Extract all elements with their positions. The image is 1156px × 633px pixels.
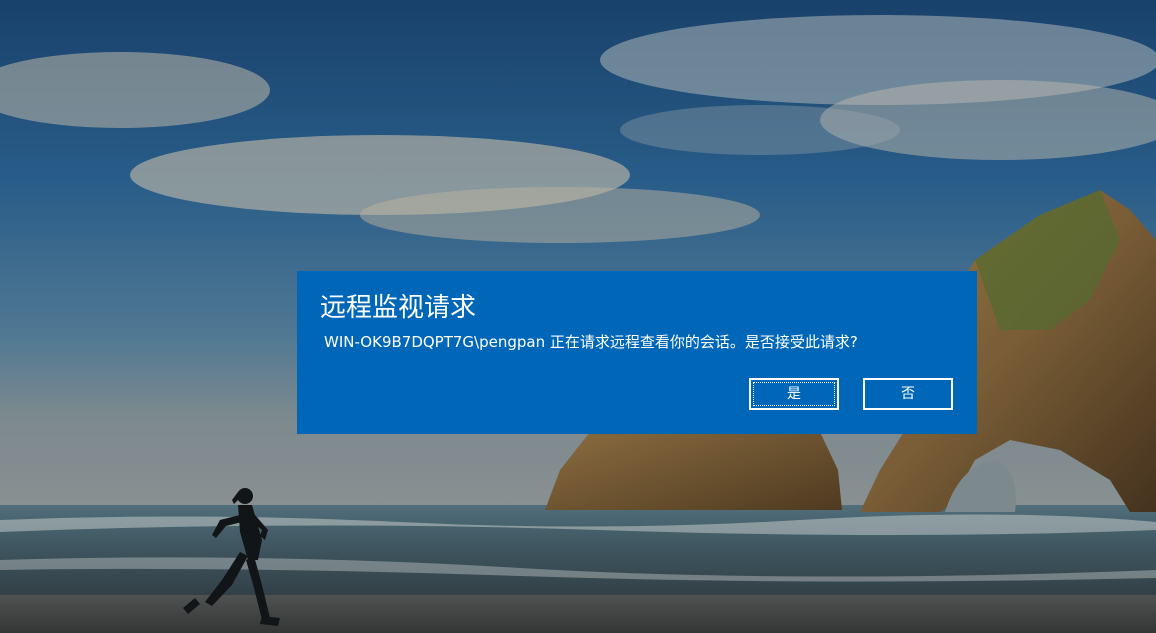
dialog-title: 远程监视请求 xyxy=(320,293,477,323)
dialog-message: WIN-OK9B7DQPT7G\pengpan 正在请求远程查看你的会话。是否接… xyxy=(324,333,858,351)
no-button[interactable]: 否 xyxy=(863,378,953,410)
yes-button[interactable]: 是 xyxy=(749,378,839,410)
desktop: 远程监视请求 WIN-OK9B7DQPT7G\pengpan 正在请求远程查看你… xyxy=(0,0,1156,633)
remote-monitoring-request-dialog: 远程监视请求 WIN-OK9B7DQPT7G\pengpan 正在请求远程查看你… xyxy=(297,271,977,434)
